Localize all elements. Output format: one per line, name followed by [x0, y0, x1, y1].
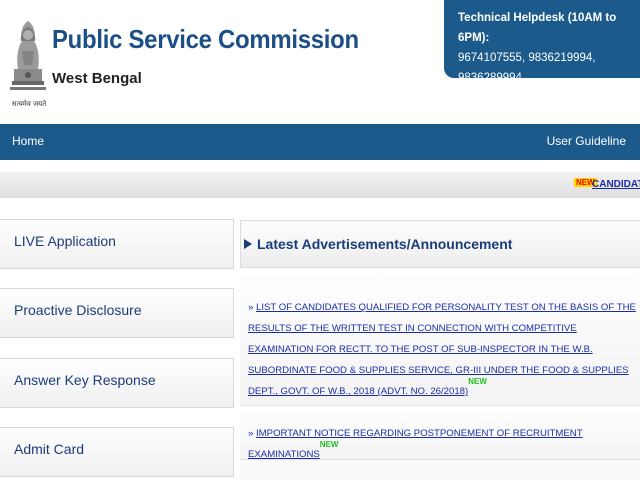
national-emblem-icon [10, 21, 46, 90]
bullet-icon: » [248, 428, 254, 439]
sidebar-item-label: Answer Key Response [14, 372, 156, 388]
site-header: सत्यमेव जयते Public Service Commission W… [0, 0, 640, 124]
helpdesk-email-line: Email Helpdesk: pscwbhelp@gmail.com [458, 88, 640, 128]
news-ticker: NEW CANDIDATES [0, 172, 640, 198]
announcements-heading: Latest Advertisements/Announcement [257, 236, 513, 252]
bullet-icon: » [248, 302, 254, 313]
sidebar-item-live-application[interactable]: LIVE Application [0, 219, 234, 269]
announcements-header: Latest Advertisements/Announcement [240, 220, 640, 268]
main-navbar: Home User Guideline [0, 124, 640, 160]
helpdesk-panel: Technical Helpdesk (10AM to 6PM): 967410… [444, 0, 640, 124]
announcement-link[interactable]: IMPORTANT NOTICE REGARDING POSTPONEMENT … [248, 428, 583, 460]
helpdesk-email-label: Email Helpdesk: [458, 92, 547, 104]
sidebar-item-proactive-disclosure[interactable]: Proactive Disclosure [0, 288, 234, 338]
helpdesk-phones: 9674107555, 9836219994, 9836289994 [458, 52, 596, 84]
new-badge: NEW [319, 440, 339, 449]
page-title[interactable]: Public Service Commission [52, 24, 359, 55]
nav-user-guideline-link[interactable]: User Guideline [547, 134, 626, 148]
list-item: » IMPORTANT NOTICE REGARDING POSTPONEMEN… [240, 410, 640, 460]
announcements-footer [240, 460, 640, 480]
sidebar-item-label: Proactive Disclosure [14, 302, 142, 318]
sidebar-item-admit-card[interactable]: Admit Card [0, 427, 234, 477]
sidebar-item-label: LIVE Application [14, 233, 116, 249]
helpdesk-title: Technical Helpdesk (10AM to 6PM): [458, 12, 617, 44]
sidebar-item-label: Admit Card [14, 441, 85, 457]
new-badge: NEW [468, 377, 487, 386]
announcement-link[interactable]: LIST OF CANDIDATES QUALIFIED FOR PERSONA… [248, 302, 636, 397]
ticker-candidates-link[interactable]: CANDIDATES [592, 179, 640, 190]
announcement-text: » IMPORTANT NOTICE REGARDING POSTPONEMEN… [248, 423, 636, 465]
arrow-right-icon [244, 239, 252, 249]
helpdesk-email: pscwbhelp@gmail.com [458, 112, 577, 124]
list-item: » LIST OF CANDIDATES QUALIFIED FOR PERSO… [240, 270, 640, 406]
nav-home-link[interactable]: Home [12, 134, 44, 148]
page-subtitle: West Bengal [52, 70, 142, 87]
emblem-caption: सत्यमेव जयते [11, 100, 47, 108]
announcement-text: » LIST OF CANDIDATES QUALIFIED FOR PERSO… [248, 297, 636, 402]
sidebar-item-answer-key-response[interactable]: Answer Key Response [0, 358, 234, 408]
